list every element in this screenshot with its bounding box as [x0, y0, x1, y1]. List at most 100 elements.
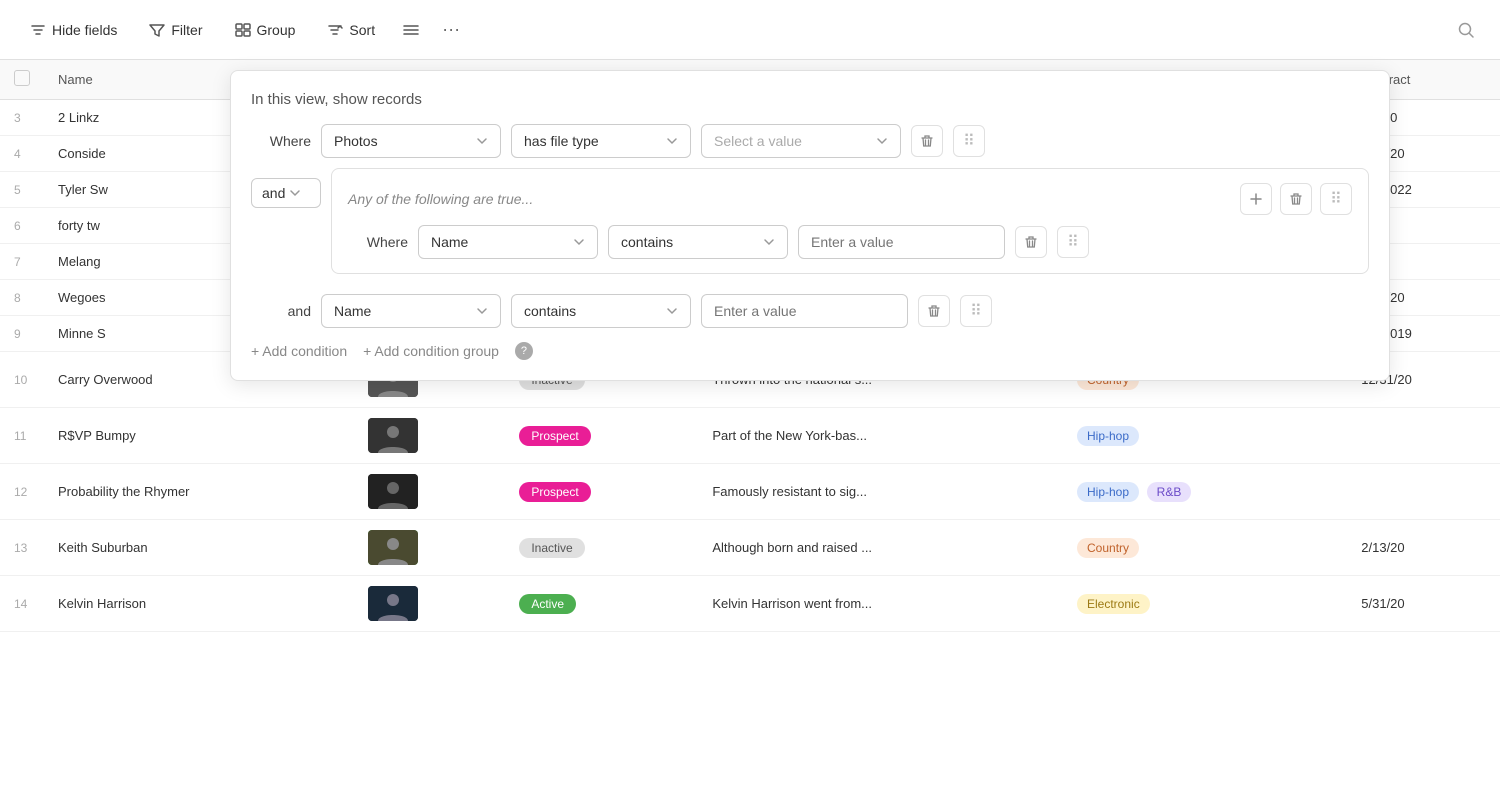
table-row: 14 Kelvin Harrison Active Kelvin Harriso… — [0, 576, 1500, 632]
row-photo — [354, 408, 506, 464]
filter-group-actions: ⠿ — [1240, 183, 1352, 215]
row-photo — [354, 464, 506, 520]
filter-group-container: and Any of the following are true... ⠿ — [251, 168, 1369, 284]
table-row: 12 Probability the Rhymer Prospect Famou… — [0, 464, 1500, 520]
row2-value-input[interactable] — [701, 294, 908, 328]
row-genre: Hip-hop R&B — [1063, 464, 1347, 520]
row-num: 11 — [0, 408, 44, 464]
sort-icon — [327, 22, 343, 38]
search-icon — [1457, 21, 1475, 39]
chevron-down-icon — [573, 236, 585, 248]
row-name: Keith Suburban — [44, 520, 354, 576]
plus-icon — [1249, 192, 1263, 206]
and-label-2: and — [251, 303, 311, 319]
filter-panel-title: In this view, show records — [251, 91, 1369, 108]
status-badge: Active — [519, 594, 576, 614]
row-genre: Country — [1063, 520, 1347, 576]
row-genre: Electronic — [1063, 576, 1347, 632]
drag-dots-icon: ⠿ — [963, 131, 975, 151]
trash-icon — [1289, 192, 1303, 206]
group-button[interactable]: Group — [221, 14, 310, 46]
row-name: Probability the Rhymer — [44, 464, 354, 520]
group-contains-select[interactable]: contains — [608, 225, 788, 259]
row-status: Active — [505, 576, 698, 632]
delete-row1-button[interactable] — [911, 125, 943, 157]
status-badge: Prospect — [519, 482, 590, 502]
drag-row2-button[interactable]: ⠿ — [960, 295, 992, 327]
row-num: 10 — [0, 352, 44, 408]
hide-fields-icon — [30, 22, 46, 38]
filter-group-header: Any of the following are true... ⠿ — [348, 183, 1352, 215]
genre-badge: Country — [1077, 538, 1139, 558]
row-num: 14 — [0, 576, 44, 632]
row-num: 6 — [0, 208, 44, 244]
row2-contains-select[interactable]: contains — [511, 294, 691, 328]
chevron-down-icon — [666, 135, 678, 147]
row-num: 7 — [0, 244, 44, 280]
filter-group-row: Where Name contains ⠿ — [348, 225, 1352, 259]
row-num: 5 — [0, 172, 44, 208]
genre-badge: R&B — [1147, 482, 1192, 502]
thumbnail — [368, 586, 418, 621]
genre-badge: Electronic — [1077, 594, 1150, 614]
table-row: 13 Keith Suburban Inactive Although born… — [0, 520, 1500, 576]
chevron-down-icon — [666, 305, 678, 317]
add-condition-button[interactable]: + Add condition — [251, 343, 347, 359]
drag-row1-button[interactable]: ⠿ — [953, 125, 985, 157]
row-contract: 5/31/20 — [1347, 576, 1500, 632]
file-type-value-select[interactable]: Select a value — [701, 124, 901, 158]
thumbnail-img — [368, 530, 418, 565]
help-icon[interactable]: ? — [515, 342, 533, 360]
genre-badge: Hip-hop — [1077, 426, 1139, 446]
drag-group-row-button[interactable]: ⠿ — [1057, 226, 1089, 258]
delete-group-button[interactable] — [1280, 183, 1312, 215]
and-dropdown[interactable]: and — [251, 178, 321, 208]
genre-badge: Hip-hop — [1077, 482, 1139, 502]
row-genre: Hip-hop — [1063, 408, 1347, 464]
hide-fields-button[interactable]: Hide fields — [16, 14, 131, 46]
checkbox-header — [0, 60, 44, 100]
chevron-down-icon — [763, 236, 775, 248]
row-num: 8 — [0, 280, 44, 316]
select-all-checkbox[interactable] — [14, 70, 30, 86]
delete-group-row-button[interactable] — [1015, 226, 1047, 258]
filter-row-1: Where Photos has file type Select a valu… — [251, 124, 1369, 158]
where-label-group: Where — [348, 234, 408, 250]
add-condition-group-button[interactable]: + Add condition group — [363, 343, 499, 359]
toolbar: Hide fields Filter Group Sort ··· — [0, 0, 1500, 60]
status-badge: Prospect — [519, 426, 590, 446]
group-value-input[interactable] — [798, 225, 1005, 259]
row-num: 3 — [0, 100, 44, 136]
row2-name-field-select[interactable]: Name — [321, 294, 501, 328]
row-num: 13 — [0, 520, 44, 576]
thumbnail — [368, 530, 418, 565]
group-name-field-select[interactable]: Name — [418, 225, 598, 259]
row-status: Prospect — [505, 408, 698, 464]
row-height-button[interactable] — [393, 12, 429, 48]
thumbnail-img — [368, 474, 418, 509]
row-status: Inactive — [505, 520, 698, 576]
filter-button[interactable]: Filter — [135, 14, 216, 46]
add-conditions-row: + Add condition + Add condition group ? — [251, 342, 1369, 360]
sort-button[interactable]: Sort — [313, 14, 389, 46]
row-bio: Part of the New York-bas... — [698, 408, 1063, 464]
thumbnail-img — [368, 418, 418, 453]
chevron-down-icon — [476, 135, 488, 147]
row-num: 4 — [0, 136, 44, 172]
more-button[interactable]: ··· — [433, 12, 469, 48]
group-placeholder: Any of the following are true... — [348, 191, 1230, 207]
add-group-condition-button[interactable] — [1240, 183, 1272, 215]
photos-field-select[interactable]: Photos — [321, 124, 501, 158]
drag-group-button[interactable]: ⠿ — [1320, 183, 1352, 215]
search-button[interactable] — [1448, 12, 1484, 48]
thumbnail-img — [368, 586, 418, 621]
delete-row2-button[interactable] — [918, 295, 950, 327]
chevron-down-icon — [876, 135, 888, 147]
row-status: Prospect — [505, 464, 698, 520]
drag-dots-icon: ⠿ — [1067, 232, 1079, 252]
trash-icon — [1024, 235, 1038, 249]
row-contract: 2/13/20 — [1347, 520, 1500, 576]
has-file-type-select[interactable]: has file type — [511, 124, 691, 158]
chevron-down-icon — [289, 187, 301, 199]
group-icon — [235, 22, 251, 38]
